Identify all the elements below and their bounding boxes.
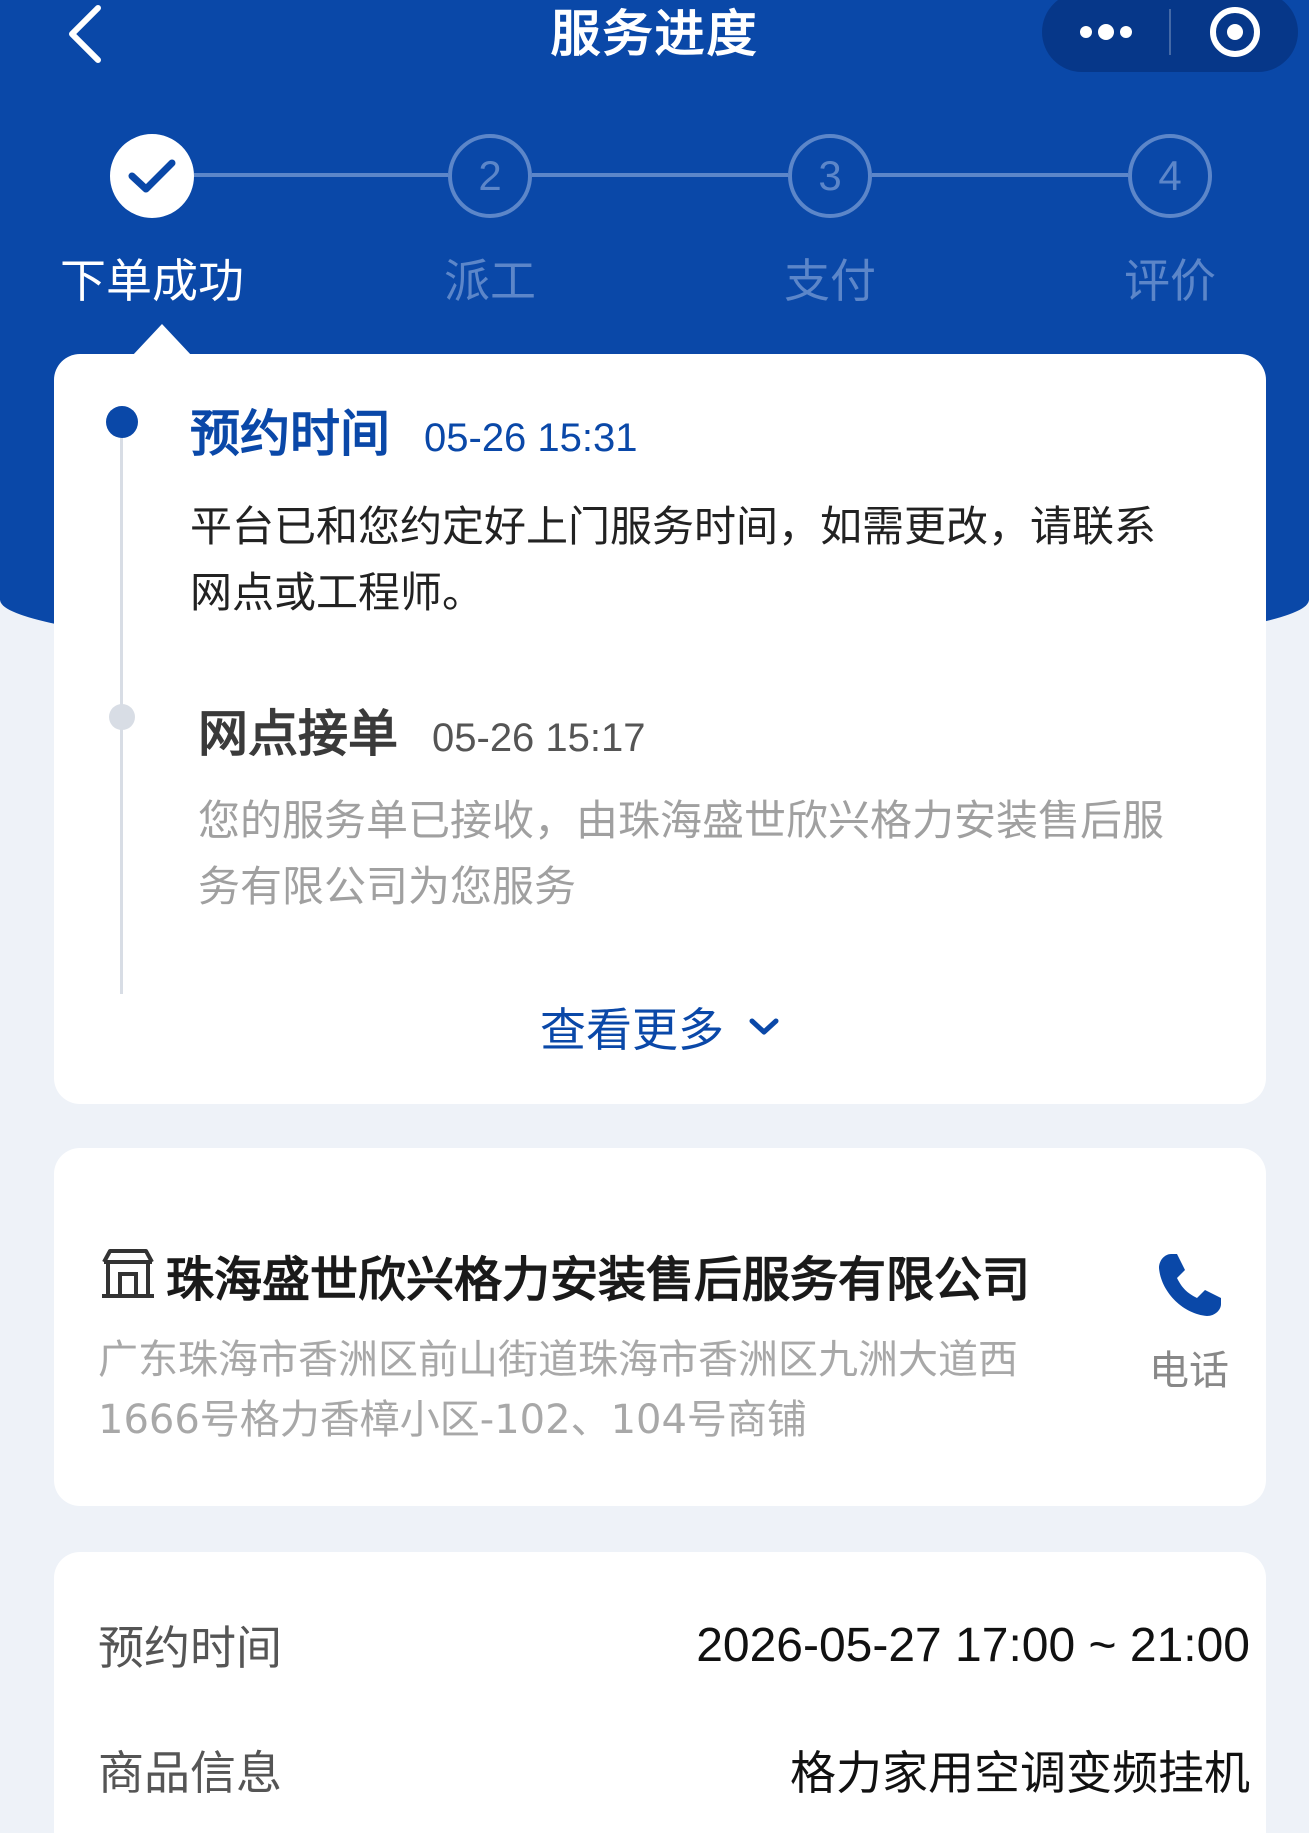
view-more-button[interactable]: 查看更多 xyxy=(54,994,1266,1060)
info-row: 商品信息 格力家用空调变频挂机 xyxy=(98,1737,1250,1803)
info-label: 预约时间 xyxy=(98,1621,282,1675)
phone-icon xyxy=(1159,1254,1221,1316)
timeline-item-header: 预约时间 05-26 15:31 xyxy=(190,394,638,466)
more-dots-icon xyxy=(1079,24,1132,40)
info-label: 商品信息 xyxy=(98,1746,282,1800)
more-button[interactable] xyxy=(1042,0,1169,72)
call-phone-button[interactable]: 电话 xyxy=(1134,1248,1244,1396)
step-1-label: 下单成功 xyxy=(60,254,244,308)
step-pointer xyxy=(132,324,192,356)
store-icon xyxy=(102,1249,154,1298)
step-connector xyxy=(194,173,448,177)
timeline-item-header: 网点接单 05-26 15:17 xyxy=(198,694,646,766)
step-4-label: 评价 xyxy=(1124,254,1216,308)
info-value: 格力家用空调变频挂机 xyxy=(790,1746,1250,1800)
step-2-label: 派工 xyxy=(444,254,536,308)
timeline-item-desc: 您的服务单已接收，由珠海盛世欣兴格力安装售后服务有限公司为您服务 xyxy=(198,796,1165,911)
service-shop-card: 珠海盛世欣兴格力安装售后服务有限公司 广东珠海市香洲区前山街道珠海市香洲区九洲大… xyxy=(54,1148,1266,1506)
info-row: 预约时间 2026-05-27 17:00 ~ 21:00 xyxy=(98,1612,1250,1678)
step-2-circle: 2 xyxy=(448,134,532,218)
step-3-label: 支付 xyxy=(784,254,876,308)
step-4-circle: 4 xyxy=(1128,134,1212,218)
step-3-circle: 3 xyxy=(788,134,872,218)
progress-steps: 2 3 4 下单成功 派工 支付 评价 xyxy=(0,130,1309,310)
info-value: 2026-05-27 17:00 ~ 21:00 xyxy=(696,1618,1250,1672)
phone-label: 电话 xyxy=(1149,1348,1229,1394)
step-connector xyxy=(872,173,1128,177)
timeline-item-title: 预约时间 xyxy=(190,405,390,463)
timeline-dot-past xyxy=(109,704,135,730)
mini-program-capsule xyxy=(1042,0,1298,72)
timeline-item-title: 网点接单 xyxy=(198,705,398,763)
nav-bar: 服务进度 xyxy=(0,0,1309,90)
shop-name: 珠海盛世欣兴格力安装售后服务有限公司 xyxy=(166,1252,1031,1308)
step-1-circle xyxy=(110,134,194,218)
step-connector xyxy=(532,173,788,177)
order-info-card: 预约时间 2026-05-27 17:00 ~ 21:00 商品信息 格力家用空… xyxy=(54,1552,1266,1833)
shop-address: 广东珠海市香洲区前山街道珠海市香洲区九洲大道西1666号格力香樟小区-102、1… xyxy=(98,1337,1018,1443)
target-circle-icon xyxy=(1209,7,1260,57)
chevron-down-icon xyxy=(749,1018,779,1035)
timeline-item-time: 05-26 15:31 xyxy=(424,416,638,460)
timeline-item-desc: 平台已和您约定好上门服务时间，如需更改，请联系网点或工程师。 xyxy=(190,502,1157,617)
timeline-dot-active xyxy=(106,406,138,438)
close-button[interactable] xyxy=(1171,0,1298,72)
check-icon xyxy=(128,159,176,193)
timeline-item-time: 05-26 15:17 xyxy=(432,716,646,760)
timeline-card: 预约时间 05-26 15:31 平台已和您约定好上门服务时间，如需更改，请联系… xyxy=(54,354,1266,1104)
view-more-label: 查看更多 xyxy=(540,1003,724,1057)
